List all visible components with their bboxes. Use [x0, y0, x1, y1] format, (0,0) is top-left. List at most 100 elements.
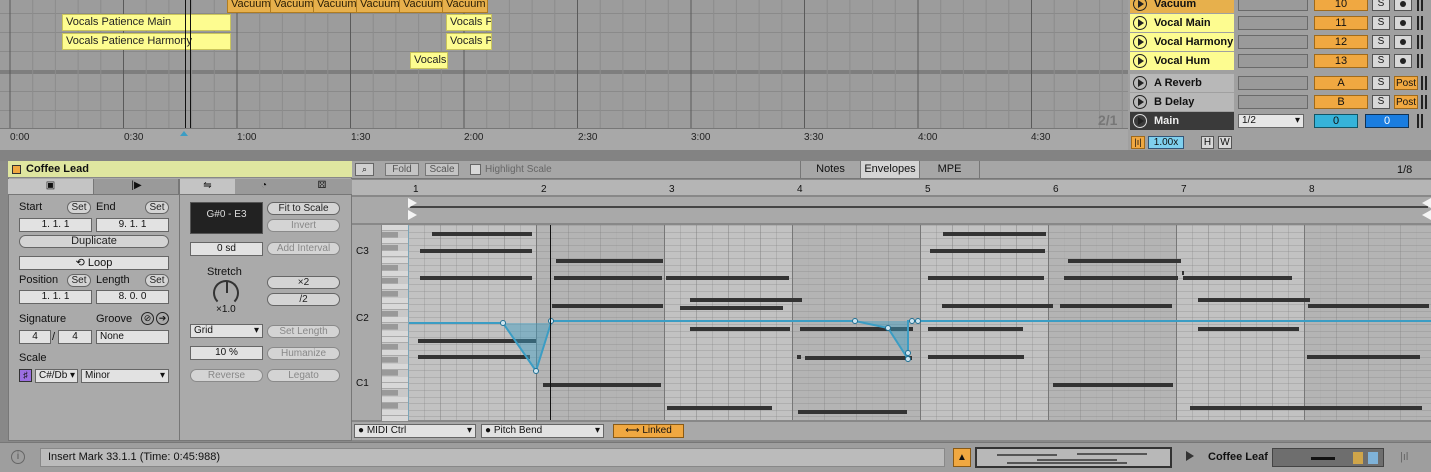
solo-button[interactable]: S: [1372, 76, 1390, 90]
scale-mode-select[interactable]: Minor ▾: [81, 369, 169, 383]
notes-tab-icon[interactable]: |▶: [95, 179, 179, 194]
piano-key[interactable]: [382, 277, 398, 284]
post-button[interactable]: Post: [1394, 76, 1418, 90]
volume-meter[interactable]: [1238, 54, 1308, 68]
track-name[interactable]: Vocal Main: [1130, 14, 1234, 32]
device-play-icon[interactable]: [1186, 451, 1194, 461]
piano-key[interactable]: [382, 291, 398, 297]
playhead-marker-icon[interactable]: [180, 131, 188, 136]
volume-meter[interactable]: [1238, 16, 1308, 30]
scale-root-select[interactable]: C#/Db ▾: [35, 369, 78, 383]
play-icon[interactable]: [1133, 0, 1147, 11]
play-icon[interactable]: [1133, 76, 1147, 90]
piano-key[interactable]: [382, 238, 408, 245]
tempo-select[interactable]: 1/2 ▾: [1238, 114, 1304, 128]
generate-tab-icon[interactable]: ◔: [236, 179, 292, 194]
piano-key[interactable]: [382, 271, 408, 278]
loop-button[interactable]: ⟲ Loop: [19, 256, 169, 270]
clip-color-swatch[interactable]: [12, 165, 21, 174]
scale-button[interactable]: Scale: [425, 163, 459, 176]
clip-vocals-main-2[interactable]: Vocals Pa: [446, 14, 492, 31]
pitch-bend-envelope[interactable]: [408, 225, 1431, 420]
tab-mpe[interactable]: MPE: [920, 161, 980, 178]
solo-button[interactable]: S: [1372, 0, 1390, 11]
track-name[interactable]: A Reverb: [1130, 74, 1234, 92]
play-icon[interactable]: [1133, 95, 1147, 109]
solo-button[interactable]: S: [1372, 95, 1390, 109]
piano-key[interactable]: [382, 310, 398, 317]
clip-vocals-hum[interactable]: Vocals: [410, 52, 448, 69]
start-marker-icon[interactable]: [408, 210, 417, 220]
piano-key[interactable]: [382, 258, 408, 264]
piano-keys[interactable]: [382, 225, 408, 423]
track-name[interactable]: Main: [1130, 112, 1234, 130]
piano-key[interactable]: [382, 231, 398, 238]
add-interval-button[interactable]: Add Interval: [267, 242, 340, 255]
reverse-button[interactable]: Reverse: [190, 369, 263, 382]
piano-key[interactable]: [382, 383, 408, 390]
clip-tab-icon[interactable]: ▣: [8, 179, 94, 194]
start-set-button[interactable]: Set: [67, 201, 91, 214]
linked-button[interactable]: ⟷ Linked: [613, 424, 684, 438]
loop-start-marker-icon[interactable]: [408, 198, 417, 208]
play-icon[interactable]: [1133, 16, 1147, 30]
scale-toggle-icon[interactable]: ♯: [19, 369, 32, 382]
piano-key[interactable]: [382, 304, 408, 311]
humanize-button[interactable]: Humanize: [267, 347, 340, 360]
clip-title-bar[interactable]: Coffee Lead: [8, 161, 352, 178]
piano-key[interactable]: [382, 363, 408, 370]
fit-to-scale-button[interactable]: Fit to Scale: [267, 202, 340, 215]
solo-button[interactable]: S: [1372, 16, 1390, 30]
grid-select[interactable]: Grid ▾: [190, 324, 263, 338]
waveform-icon[interactable]: |ı|: [1131, 136, 1145, 149]
overview-thumbnail[interactable]: [975, 447, 1172, 468]
duplicate-button[interactable]: Duplicate: [19, 235, 169, 248]
multiply-2-button[interactable]: ×2: [267, 276, 340, 289]
start-field[interactable]: 1. 1. 1: [19, 218, 92, 232]
stretch-knob[interactable]: [213, 280, 239, 306]
track-number[interactable]: 12: [1314, 35, 1368, 49]
left-value[interactable]: 0: [1314, 114, 1358, 128]
loop-bar[interactable]: [410, 206, 1428, 208]
solo-button[interactable]: S: [1372, 54, 1390, 68]
h-button[interactable]: H: [1201, 136, 1214, 149]
tab-notes[interactable]: Notes: [800, 161, 860, 178]
envelope-control-select[interactable]: ● Pitch Bend ▾: [481, 424, 604, 438]
loop-brace[interactable]: [352, 197, 1431, 224]
semitone-field[interactable]: 0 sd: [190, 242, 263, 256]
end-set-button[interactable]: Set: [145, 201, 169, 214]
track-name[interactable]: Vacuum: [1130, 0, 1234, 13]
length-field[interactable]: 8. 0. 0: [96, 290, 169, 304]
tab-envelopes[interactable]: Envelopes: [860, 161, 920, 178]
piano-key[interactable]: [382, 330, 408, 337]
clip-vacuum[interactable]: Vacuum: [442, 0, 488, 13]
invert-button[interactable]: Invert: [267, 219, 340, 232]
device-thumbnail[interactable]: [1272, 448, 1384, 467]
solo-button[interactable]: S: [1372, 35, 1390, 49]
volume-meter[interactable]: [1238, 76, 1308, 90]
track-number[interactable]: 10: [1314, 0, 1368, 11]
track-name[interactable]: B Delay: [1130, 93, 1234, 111]
clip-vocals-harmony-2[interactable]: Vocals Pa: [446, 33, 492, 50]
track-number[interactable]: B: [1314, 95, 1368, 109]
track-number[interactable]: A: [1314, 76, 1368, 90]
warning-icon[interactable]: ▲: [953, 448, 971, 467]
volume-meter[interactable]: [1238, 95, 1308, 109]
end-marker-icon[interactable]: [1422, 210, 1431, 220]
end-field[interactable]: 9. 1. 1: [96, 218, 169, 232]
envelope-source-select[interactable]: ● MIDI Ctrl ▾: [354, 424, 476, 438]
divide-2-button[interactable]: /2: [267, 293, 340, 306]
track-name[interactable]: Vocal Hum: [1130, 52, 1234, 70]
time-ruler[interactable]: [0, 128, 1128, 150]
track-name[interactable]: Vocal Harmony: [1130, 33, 1234, 51]
play-icon[interactable]: [1133, 54, 1147, 68]
clip-vocals-main[interactable]: Vocals Patience Main: [62, 14, 231, 31]
arm-button[interactable]: [1394, 54, 1412, 68]
piano-key[interactable]: [382, 244, 398, 251]
clip-vacuum[interactable]: Vacuum: [270, 0, 314, 13]
volume-meter[interactable]: [1238, 35, 1308, 49]
play-icon[interactable]: [1133, 114, 1147, 128]
length-set-button[interactable]: Set: [145, 274, 169, 287]
humanize-amount[interactable]: 10 %: [190, 346, 263, 360]
search-icon[interactable]: ⌕: [355, 163, 374, 176]
